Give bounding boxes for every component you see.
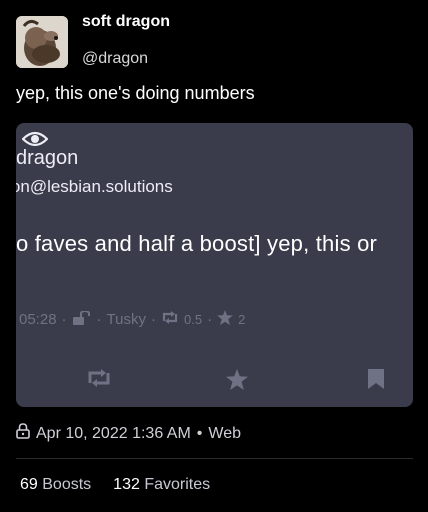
unlocked-lock-icon (72, 309, 92, 329)
quoted-client: Tusky (106, 311, 146, 328)
separator-bullet: • (196, 424, 203, 442)
post-date[interactable]: Apr 10, 2022 1:36 AM (36, 425, 191, 443)
star-icon (217, 310, 233, 329)
favorites-count: 132 (113, 476, 140, 493)
lock-icon (16, 423, 30, 444)
bookmark-icon (368, 369, 384, 389)
author-handle[interactable]: @dragon (82, 50, 148, 68)
separator-dot: · (96, 311, 102, 328)
separator-dot: · (207, 311, 213, 328)
quoted-favorite-count: 2 (238, 312, 246, 327)
favorites-label: Favorites (144, 476, 211, 493)
boosts-stat[interactable]: 69 Boosts (20, 476, 91, 494)
quoted-action-bar (16, 359, 413, 399)
post-text: yep, this one's doing numbers (16, 83, 255, 103)
quoted-time: 05:28 (19, 311, 57, 328)
quoted-meta-row: 05:28 · · Tusky · 0.5 · 2 (19, 309, 246, 329)
divider (16, 458, 413, 459)
separator-dot: · (151, 311, 156, 328)
quoted-content: o faves and half a boost] yep, this or (16, 231, 378, 256)
quoted-handle: agon@lesbian.solutions (16, 177, 173, 196)
post-stats: 69 Boosts 132 Favorites (20, 476, 210, 494)
boosts-count: 69 (20, 476, 38, 493)
boost-icon (161, 311, 179, 328)
avatar-image (16, 16, 68, 68)
quoted-display-name: dragon (16, 147, 79, 169)
post-source: Web (208, 424, 241, 442)
author-display-name[interactable]: soft dragon (82, 13, 170, 31)
star-icon (226, 369, 248, 390)
boosts-label: Boosts (42, 476, 92, 493)
quoted-boost-count: 0.5 (184, 312, 203, 327)
boost-icon (86, 369, 112, 387)
separator-dot: · (61, 311, 67, 328)
post-timestamp-row: Apr 10, 2022 1:36 AM • Web (16, 423, 241, 444)
embedded-post-image[interactable]: dragon agon@lesbian.solutions o faves an… (16, 123, 413, 407)
avatar[interactable] (16, 16, 68, 68)
favorites-stat[interactable]: 132 Favorites (113, 476, 210, 494)
